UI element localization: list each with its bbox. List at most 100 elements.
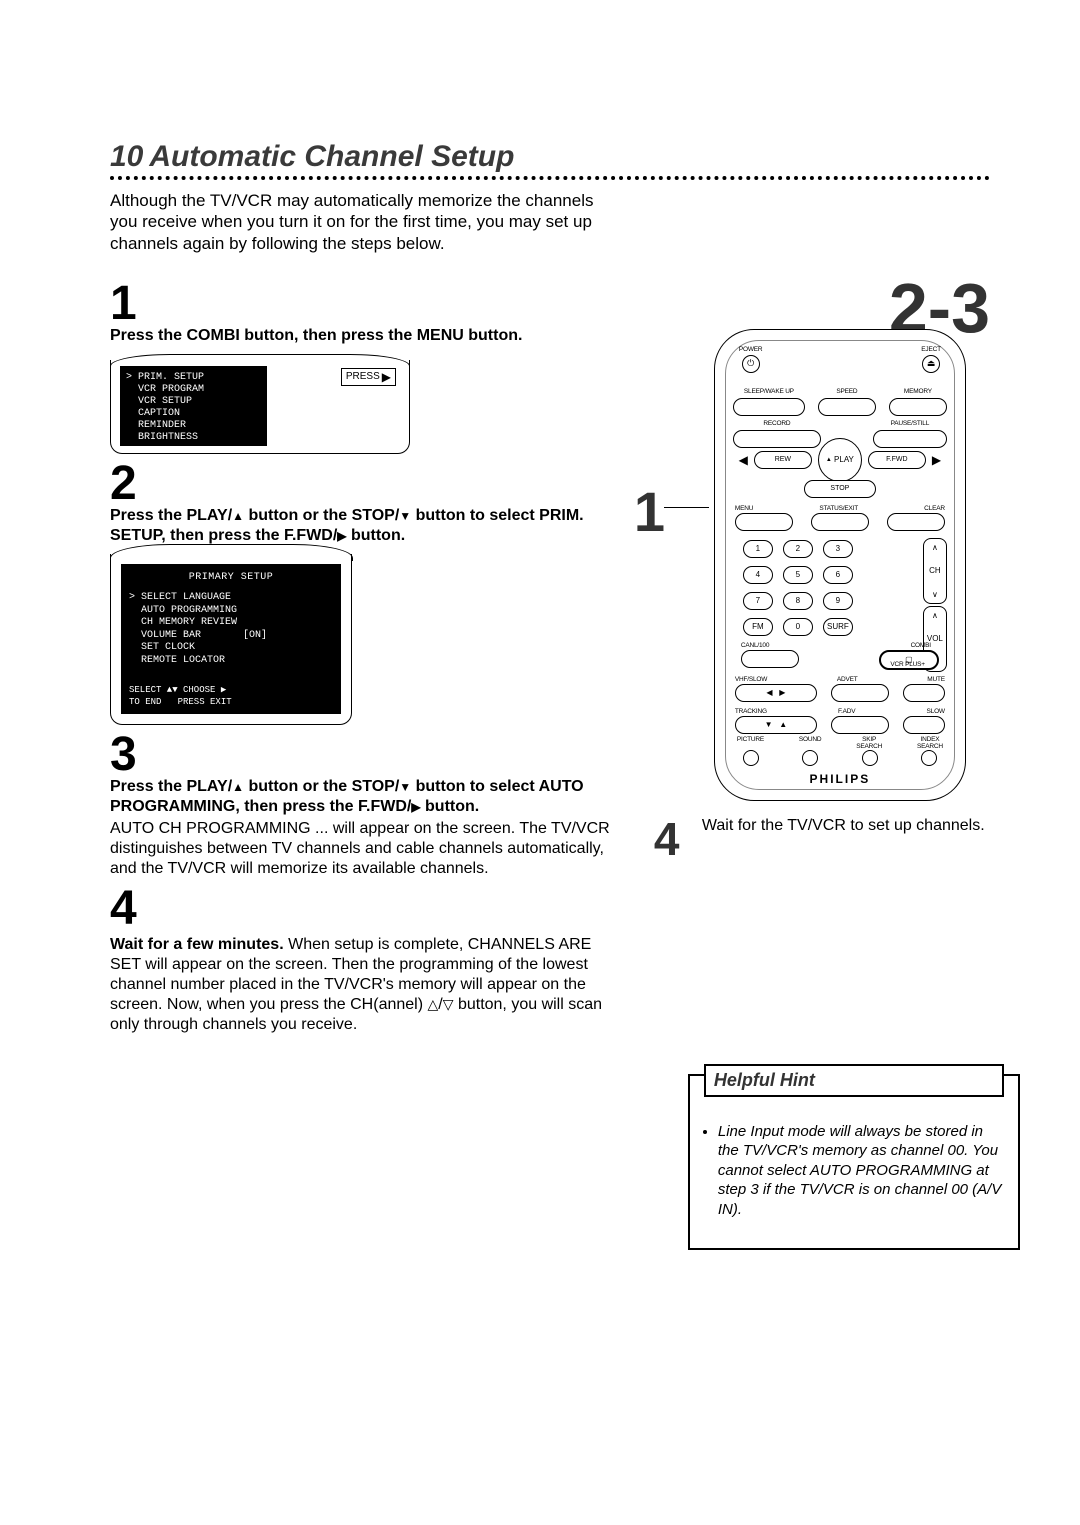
sound-label: SOUND: [799, 736, 821, 750]
play-icon: [337, 527, 346, 544]
index-search-button: [921, 750, 937, 766]
eject-icon: ⏏: [922, 355, 940, 373]
clear-label: CLEAR: [924, 505, 945, 512]
mute-label: MUTE: [927, 676, 945, 683]
menu-item: SET CLOCK: [129, 642, 333, 655]
eject-button: EJECT ⏏: [921, 346, 941, 373]
play-icon: [382, 370, 391, 384]
step-3-number: 3: [110, 731, 624, 779]
press-label: PRESS: [346, 371, 380, 382]
osd-menu-1-list: > PRIM. SETUP VCR PROGRAM VCR SETUP CAPT…: [120, 366, 267, 446]
menu-button: [735, 513, 793, 531]
vol-up-icon: ∧: [932, 611, 938, 620]
page-title: Automatic Channel Setup: [149, 140, 514, 174]
text: button or the STOP/: [244, 507, 399, 524]
key-0: 0: [783, 618, 813, 636]
left-arrow-icon: [739, 453, 748, 467]
play-icon: [411, 798, 420, 815]
step-3-body: AUTO CH PROGRAMMING ... will appear on t…: [110, 819, 624, 879]
play-label: PLAY: [834, 455, 854, 464]
record-label: RECORD: [763, 420, 790, 427]
key-fm: FM: [743, 618, 773, 636]
fadv-button: [831, 716, 889, 734]
clear-button: [887, 513, 945, 531]
key-2: 2: [783, 540, 813, 558]
status-label: STATUS/EXIT: [819, 505, 858, 512]
step-4-number: 4: [110, 885, 624, 933]
slow-button: [903, 716, 945, 734]
callout-4-text: Wait for the TV/VCR to set up channels.: [702, 816, 990, 836]
brand-logo: PHILIPS: [715, 772, 965, 786]
menu-item: CH MEMORY REVIEW: [129, 617, 333, 630]
hint-item: Line Input mode will always be stored in…: [718, 1122, 1004, 1220]
stop-button: STOP: [804, 480, 876, 498]
slow-label: SLOW: [927, 708, 945, 715]
vhf-label: VHF/SLOW: [735, 676, 767, 683]
text: button or the STOP/: [244, 778, 399, 795]
pause-label: PAUSE/STILL: [891, 420, 930, 427]
play-button: ▲ PLAY: [818, 438, 862, 482]
down-arrow-icon: [399, 507, 411, 524]
skip-label: SKIP SEARCH: [856, 736, 882, 750]
down-arrow-icon: [399, 778, 411, 795]
menu-item: VCR SETUP: [126, 396, 261, 408]
menu-item: VCR PROGRAM: [126, 384, 261, 396]
canl100-button: [741, 650, 799, 668]
key-3: 3: [823, 540, 853, 558]
step-2-heading: Press the PLAY/ button or the STOP/ butt…: [110, 506, 624, 546]
key-1: 1: [743, 540, 773, 558]
remote-control-diagram: POWER ⏻ EJECT ⏏ SLEEP/WAKE UP SPEED MEMO…: [714, 329, 966, 801]
ch-label: CH: [929, 566, 941, 575]
text: button.: [421, 798, 480, 815]
canl100-label: CANL/100: [741, 642, 769, 649]
helpful-hint-title: Helpful Hint: [704, 1064, 1004, 1097]
step-4-body: Wait for a few minutes. When setup is co…: [110, 935, 624, 1035]
page-number: 10: [110, 140, 143, 174]
tracking-label: TRACKING: [735, 708, 767, 715]
key-4: 4: [743, 566, 773, 584]
rew-button: REW: [754, 451, 812, 469]
osd2-footer: SELECT ▲▼ CHOOSE ▶ TO END PRESS EXIT: [129, 685, 333, 708]
manual-page: 10 Automatic Channel Setup Although the …: [0, 0, 1080, 1095]
illustration-column: 2-3 1 POWER ⏻ EJECT ⏏ SLEEP/WAKE: [664, 274, 990, 1035]
skip-search-button: [862, 750, 878, 766]
key-5: 5: [783, 566, 813, 584]
step-4-heading: Wait for a few minutes.: [110, 936, 284, 953]
picture-label: PICTURE: [737, 736, 764, 750]
key-surf: SURF: [823, 618, 853, 636]
right-arrow-icon: [932, 453, 941, 467]
menu-item: REMOTE LOCATOR: [129, 655, 333, 668]
menu-item: CAPTION: [126, 408, 261, 420]
ch-down-icon: ∨: [932, 590, 938, 599]
ch-up-icon: ∧: [932, 543, 938, 552]
sound-button: [802, 750, 818, 766]
menu-label: MENU: [735, 505, 753, 512]
osd-menu-2: PRIMARY SETUP > SELECT LANGUAGE AUTO PRO…: [110, 554, 352, 725]
ffwd-button: F.FWD: [868, 451, 926, 469]
dotted-rule: [110, 176, 990, 180]
vcrplus-label: VCR PLUS+: [890, 661, 925, 668]
callout-4: 4: [654, 812, 680, 866]
fadv-label: F.ADV: [838, 708, 855, 715]
channel-down-icon: [443, 996, 454, 1013]
menu-item: BRIGHTNESS: [126, 432, 261, 444]
tracking-button: ▼ ▲: [735, 716, 817, 734]
menu-item: > SELECT LANGUAGE: [129, 592, 333, 605]
up-arrow-icon: [232, 778, 244, 795]
helpful-hint-box: Helpful Hint Line Input mode will always…: [688, 1074, 1020, 1251]
callout-1-leader: [664, 507, 709, 509]
press-hint: PRESS: [341, 368, 396, 386]
channel-up-icon: [427, 996, 438, 1013]
step-1-number: 1: [110, 280, 624, 328]
sleep-label: SLEEP/WAKE UP: [744, 388, 794, 395]
steps-column: 1 Press the COMBI button, then press the…: [110, 274, 624, 1035]
advet-label: ADVET: [837, 676, 858, 683]
page-title-line: 10 Automatic Channel Setup: [110, 140, 990, 174]
key-8: 8: [783, 592, 813, 610]
menu-item: > PRIM. SETUP: [126, 372, 261, 384]
text: button.: [347, 527, 406, 544]
menu-item: AUTO PROGRAMMING: [129, 605, 333, 618]
vhf-button: ◀ ▶: [735, 684, 817, 702]
key-9: 9: [823, 592, 853, 610]
menu-item: REMINDER: [126, 420, 261, 432]
